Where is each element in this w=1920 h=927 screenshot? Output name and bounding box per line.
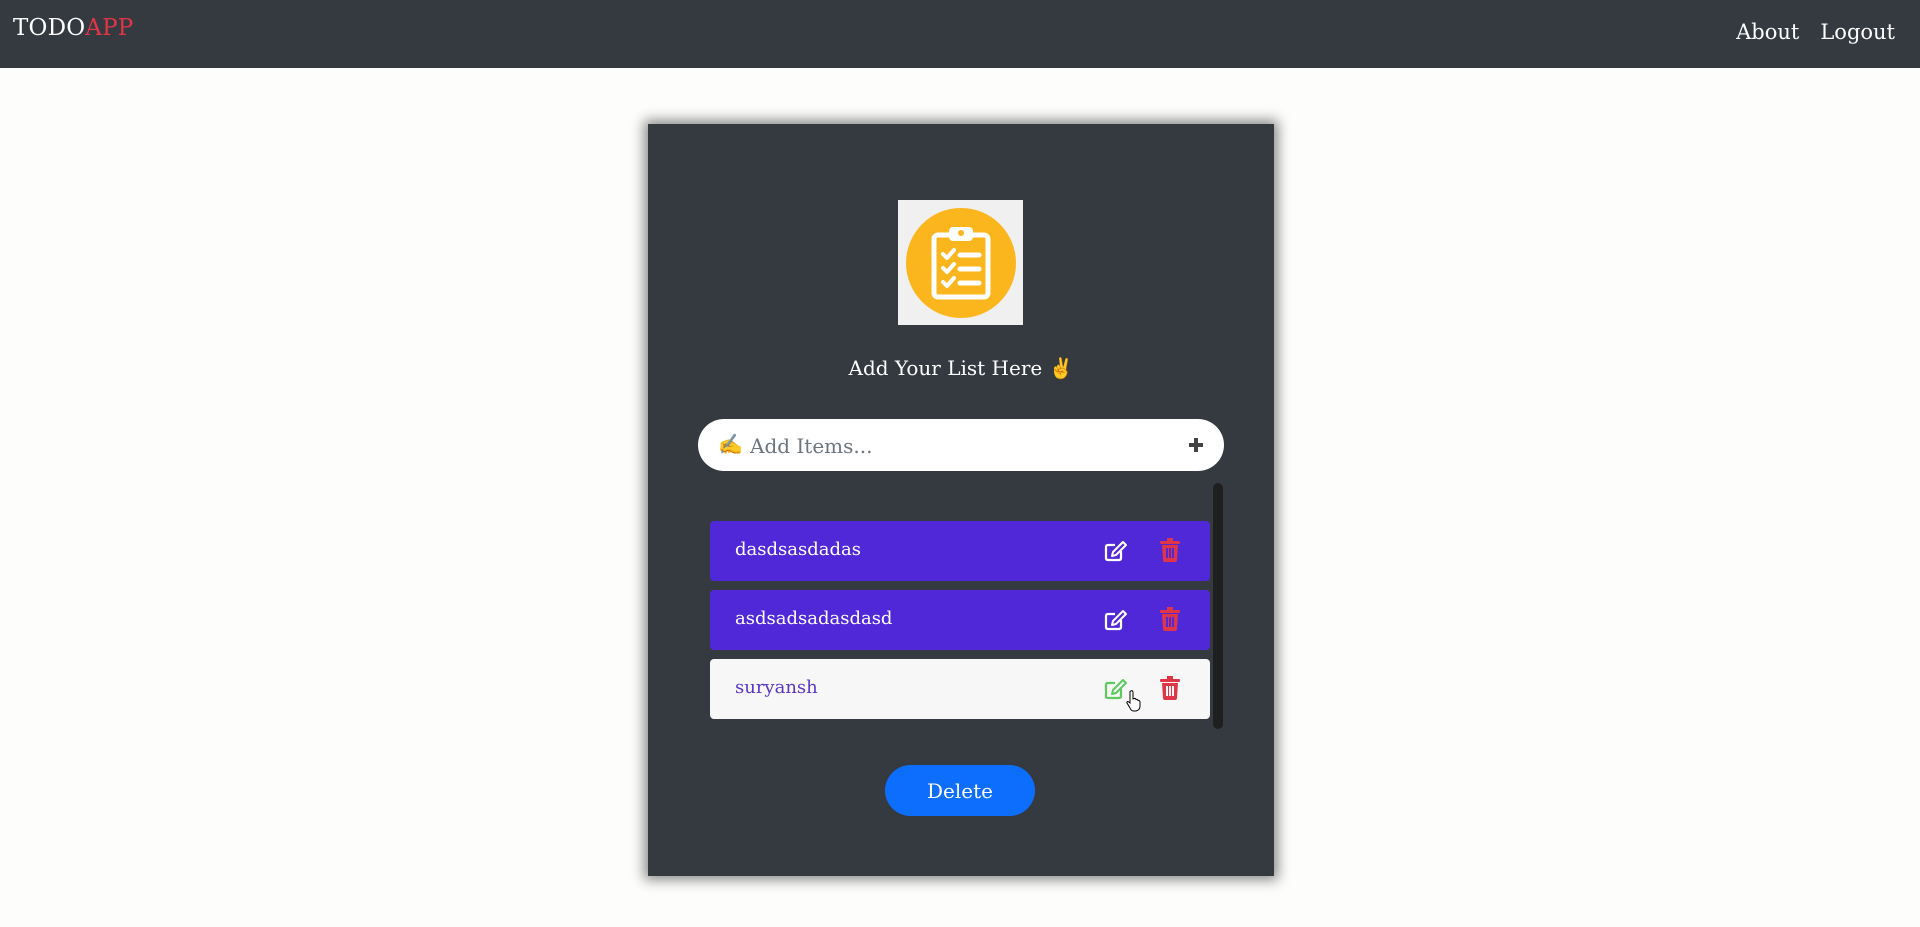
list-item: suryansh [710,659,1210,719]
trash-icon[interactable] [1160,607,1180,631]
brand-accent: APP [85,15,134,41]
item-text: suryansh [735,677,818,698]
brand-main: TODO [13,15,86,41]
writing-hand-icon: ✍ [718,432,743,456]
navbar: TODOAPP About Logout [0,0,1920,68]
delete-button[interactable]: Delete [885,765,1035,816]
trash-icon[interactable] [1160,676,1180,700]
card-heading: Add Your List Here ✌ [848,356,1074,380]
pointer-cursor-icon [1126,690,1142,712]
todo-list: dasdsasdadas asdsadsadasdasd suryansh [710,484,1228,729]
clipboard-checklist-icon [905,207,1016,318]
edit-icon[interactable] [1104,609,1128,631]
edit-icon[interactable] [1104,678,1128,700]
list-item: asdsadsadasdasd [710,590,1210,650]
plus-icon[interactable] [1184,433,1208,457]
add-item-bar: ✍ [698,419,1224,471]
edit-icon[interactable] [1104,540,1128,562]
list-item: dasdsasdadas [710,521,1210,581]
brand-logo[interactable]: TODOAPP [13,15,133,41]
item-text: asdsadsadasdasd [735,608,893,629]
nav-link-logout[interactable]: Logout [1820,20,1895,44]
todo-logo [898,200,1023,325]
item-text: dasdsasdadas [735,539,861,560]
add-item-input[interactable] [748,427,1152,465]
nav-links: About Logout [1736,20,1895,44]
nav-link-about[interactable]: About [1736,20,1799,44]
trash-icon[interactable] [1160,538,1180,562]
todo-card: Add Your List Here ✌ ✍ dasdsasdadas [648,124,1274,876]
